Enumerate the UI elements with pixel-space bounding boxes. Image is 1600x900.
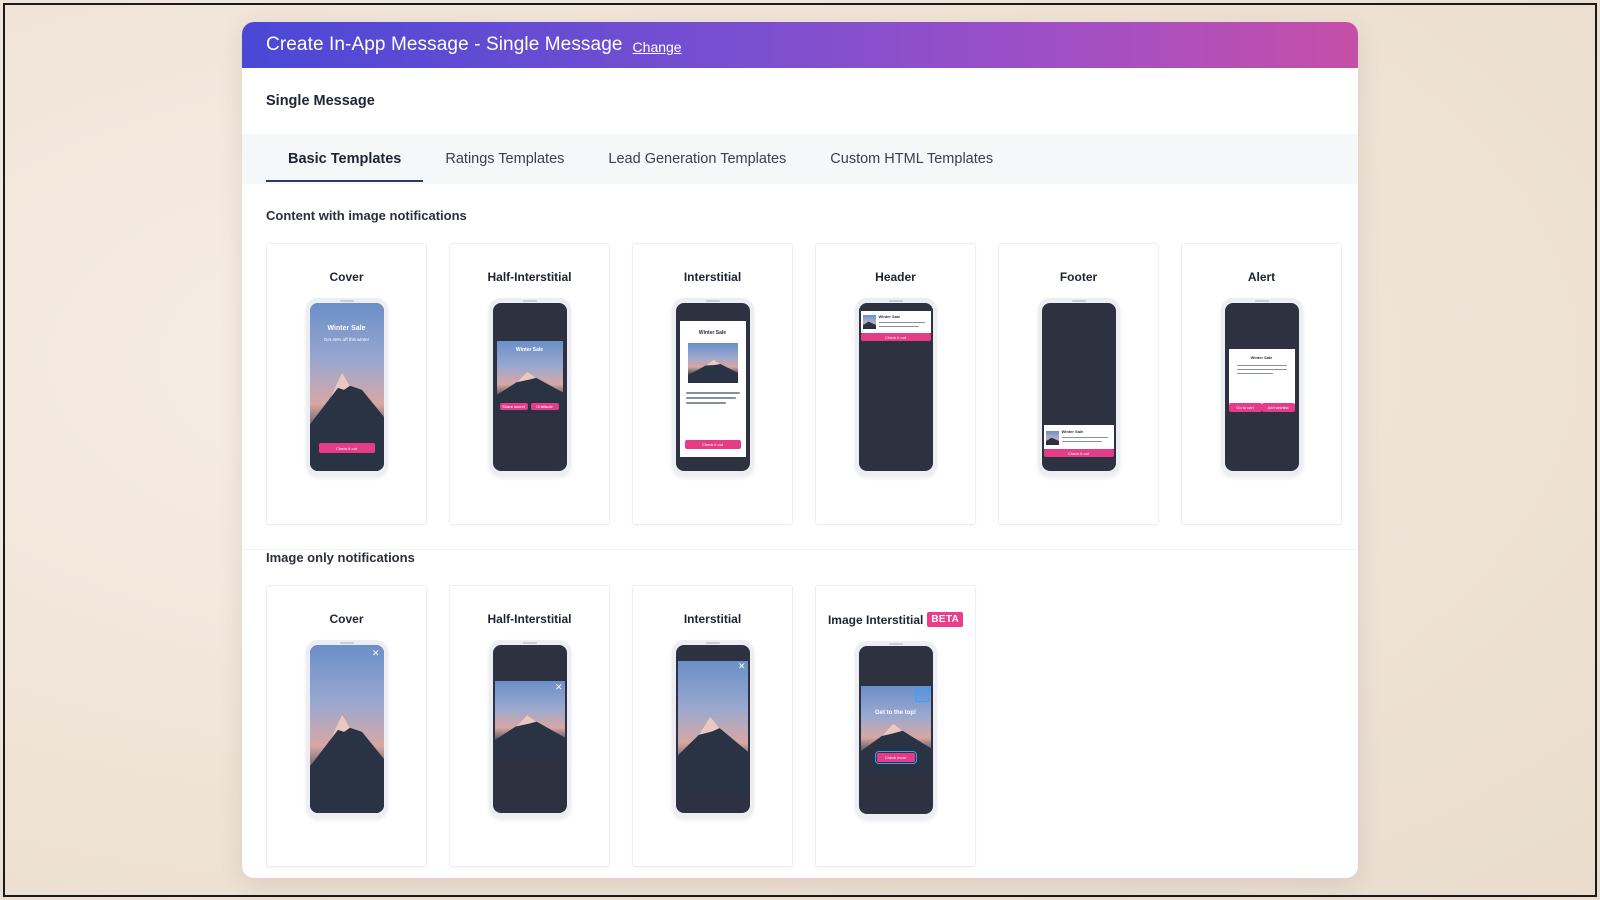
preview-button: Check it out (1043, 449, 1114, 457)
template-card-half-interstitial[interactable]: Half-Interstitial Winter Sale Share secr… (449, 243, 610, 525)
preview-title: Winter Sale (878, 314, 901, 319)
preview-button: Check it out (684, 440, 741, 449)
template-tabs: Basic Templates Ratings Templates Lead G… (242, 134, 1358, 184)
phone-preview: Winter Sale Check it out (671, 298, 754, 476)
mountain-image (494, 681, 565, 759)
preview-title: Winter Sale (1250, 355, 1273, 360)
image-card-half-interstitial[interactable]: Half-Interstitial ✕ (449, 585, 610, 867)
phone-preview: ✕ (671, 640, 754, 818)
phone-preview: Winter Sale Share secret Gratitude (488, 298, 571, 476)
card-label-text: Image Interstitial (827, 612, 924, 627)
card-label: Cover (329, 612, 364, 626)
change-link[interactable]: Change (633, 39, 682, 55)
mountain-image (687, 343, 738, 383)
preview-button-2: Gratitude (530, 403, 559, 410)
tab-basic-templates[interactable]: Basic Templates (266, 134, 424, 184)
content-with-image-row: Cover Winter Sale Get 40% off this winte… (242, 243, 1358, 525)
preview-title: Winter Sale (698, 330, 727, 336)
image-card-image-interstitial[interactable]: Image Interstitial BETA Get to the top! … (815, 585, 976, 867)
tab-ratings-templates[interactable]: Ratings Templates (423, 134, 586, 184)
page-title: Create In-App Message - Single Message (266, 34, 623, 55)
phone-preview: ✕ (488, 640, 571, 818)
card-label: Half-Interstitial (487, 270, 572, 284)
card-label: Alert (1247, 270, 1276, 284)
template-card-header[interactable]: Header Winter Sale Check it out (815, 243, 976, 525)
card-label: Cover (329, 270, 364, 284)
preview-title: Winter Sale (1061, 429, 1084, 434)
card-label: Image Interstitial BETA (827, 612, 964, 627)
subheader-title: Single Message (266, 93, 375, 109)
image-only-row: Cover ✕ Half-Interstitial ✕ Interstitial… (242, 585, 1358, 867)
template-card-footer[interactable]: Footer Winter Sale Check it out (998, 243, 1159, 525)
template-card-cover[interactable]: Cover Winter Sale Get 40% off this winte… (266, 243, 427, 525)
preview-button-1: Go to cart (1228, 403, 1262, 412)
tab-custom-html-templates[interactable]: Custom HTML Templates (808, 134, 1015, 184)
card-label: Header (875, 270, 916, 284)
preview-button-2: Add wishlist (1261, 403, 1295, 412)
header-bar: Create In-App Message - Single Message C… (242, 22, 1358, 68)
close-icon: ✕ (737, 661, 746, 671)
create-message-panel: Create In-App Message - Single Message C… (242, 22, 1358, 878)
card-label: Half-Interstitial (487, 612, 572, 626)
section-title-image-only: Image only notifications (242, 549, 1358, 565)
phone-preview: Get to the top! Check more (854, 641, 937, 819)
phone-preview: Winter Sale Go to cart Add wishlist (1220, 298, 1303, 476)
selection-handle-icon (914, 688, 929, 702)
mountain-image (309, 645, 384, 813)
preview-button: Check more (874, 751, 917, 764)
mountain-image (862, 315, 876, 329)
preview-button-1: Share secret (499, 403, 528, 410)
phone-preview: ✕ (305, 640, 388, 818)
preview-subtitle: Get 40% off this winter (323, 337, 370, 342)
mountain-image (677, 661, 748, 797)
preview-title: Winter Sale (327, 325, 366, 332)
phone-preview: Winter Sale Get 40% off this winter Chec… (305, 298, 388, 476)
image-card-cover[interactable]: Cover ✕ (266, 585, 427, 867)
phone-preview: Winter Sale Check it out (1037, 298, 1120, 476)
tab-lead-generation-templates[interactable]: Lead Generation Templates (586, 134, 808, 184)
preview-title: Winter Sale (515, 347, 544, 353)
preview-button: Check it out (318, 443, 375, 453)
card-label: Interstitial (683, 612, 742, 626)
preview-button: Check it out (860, 333, 931, 341)
preview-card (679, 321, 746, 457)
beta-badge: BETA (927, 612, 964, 627)
close-icon: ✕ (371, 648, 380, 658)
preview-title: Get to the top! (875, 710, 916, 716)
section-title-content-with-image: Content with image notifications (266, 208, 467, 223)
close-icon: ✕ (554, 682, 563, 692)
template-card-interstitial[interactable]: Interstitial Winter Sale Check it out (632, 243, 793, 525)
mountain-image (1045, 431, 1059, 445)
image-card-interstitial[interactable]: Interstitial ✕ (632, 585, 793, 867)
card-label: Interstitial (683, 270, 742, 284)
phone-preview: Winter Sale Check it out (854, 298, 937, 476)
card-label: Footer (1059, 270, 1098, 284)
template-card-alert[interactable]: Alert Winter Sale Go to cart Add wishlis… (1181, 243, 1342, 525)
